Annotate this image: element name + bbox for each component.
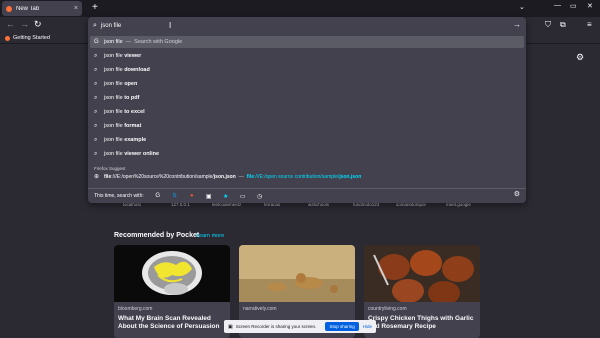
google-icon: G bbox=[94, 39, 99, 45]
go-arrow-icon[interactable]: → bbox=[513, 20, 521, 29]
separator: — bbox=[125, 39, 132, 45]
firefox-icon bbox=[6, 5, 12, 12]
card-source: bloomberg.com bbox=[118, 306, 153, 312]
suggestion-text: json file bbox=[104, 151, 123, 157]
reload-button[interactable]: ↻ bbox=[34, 19, 42, 30]
bookmarks-icon[interactable]: ▣ bbox=[205, 192, 213, 200]
one-off-label: This time, search with: bbox=[94, 193, 144, 199]
back-button[interactable]: ← bbox=[6, 19, 15, 29]
url-input[interactable]: ⌕ json file I → bbox=[88, 17, 526, 34]
brain-scan-image bbox=[114, 245, 230, 302]
card-title bbox=[239, 312, 355, 315]
personalize-gear-icon[interactable]: ⚙ bbox=[576, 52, 584, 63]
google-icon[interactable]: G bbox=[154, 192, 162, 200]
suggestion-text: json file bbox=[104, 53, 123, 59]
suggestion-bold: download bbox=[124, 67, 150, 73]
pocket-icon[interactable]: ⛉ bbox=[545, 20, 551, 30]
search-icon: ⌕ bbox=[94, 80, 98, 87]
suggestion-action: Search with Google bbox=[134, 39, 183, 45]
tab-title: New Tab bbox=[16, 5, 40, 12]
text-cursor-icon: I bbox=[169, 21, 172, 30]
suggestion-text: json file bbox=[104, 39, 123, 45]
suggestion-text: json file bbox=[104, 109, 123, 115]
card-source: narratively.com bbox=[243, 306, 277, 312]
history-icon[interactable]: ◷ bbox=[256, 192, 264, 200]
pocket-heading: Recommended by Pocket bbox=[114, 232, 200, 239]
card-title: Crispy Chicken Thighs with Garlic and Ro… bbox=[368, 315, 474, 330]
duckduckgo-icon[interactable]: ● bbox=[188, 192, 196, 200]
suggestion-row[interactable]: ⌕ json file example bbox=[90, 134, 524, 146]
screen-recorder-bar: ▣ Screen Recorder is sharing your screen… bbox=[224, 320, 376, 333]
card-source: countryliving.com bbox=[368, 306, 407, 312]
globe-icon: ⊕ bbox=[94, 174, 100, 180]
search-settings-gear-icon[interactable]: ⚙ bbox=[514, 190, 520, 198]
suggestion-text: json file bbox=[104, 81, 123, 87]
urlbar-dropdown: ⌕ json file I → G json file — Search wit… bbox=[88, 17, 526, 203]
new-tab-button[interactable]: + bbox=[92, 3, 98, 13]
minimize-button[interactable]: — bbox=[554, 2, 561, 9]
search-icon: ⌕ bbox=[94, 52, 98, 59]
search-icon: ⌕ bbox=[94, 66, 98, 73]
search-icon: ⌕ bbox=[94, 150, 98, 157]
suggestion-row[interactable]: G json file — Search with Google bbox=[90, 36, 524, 48]
search-icon: ⌕ bbox=[93, 21, 97, 29]
star-icon[interactable]: ★ bbox=[222, 192, 230, 200]
suggestion-row[interactable]: ⌕ json file viewer bbox=[90, 50, 524, 62]
separator: — bbox=[238, 173, 244, 180]
bing-icon[interactable]: b bbox=[171, 192, 179, 200]
search-icon: ⌕ bbox=[94, 136, 98, 143]
hide-button[interactable]: Hide bbox=[363, 324, 372, 329]
suggestion-row[interactable]: ⌕ json file to excel bbox=[90, 106, 524, 118]
bookmark-getting-started[interactable]: Getting Started bbox=[5, 35, 50, 41]
suggestion-bold: format bbox=[124, 123, 142, 129]
suggestion-text: json file bbox=[104, 67, 123, 73]
close-tab-icon[interactable]: × bbox=[74, 5, 78, 12]
stop-sharing-button[interactable]: Stop sharing bbox=[325, 322, 359, 331]
suggestion-bold: open bbox=[124, 81, 138, 87]
lions-image bbox=[239, 245, 355, 302]
divider bbox=[88, 188, 526, 189]
tab-new-tab[interactable]: New Tab × bbox=[2, 1, 82, 16]
card-title: What My Brain Scan Revealed About the Sc… bbox=[118, 315, 220, 330]
list-all-tabs-icon[interactable]: ⌄ bbox=[519, 3, 525, 11]
suggestion-row[interactable]: ⌕ json file viewer online bbox=[90, 148, 524, 160]
suggestion-bold: viewer online bbox=[124, 151, 160, 157]
suggestion-bold: viewer bbox=[124, 53, 142, 59]
shortcuts-row: localhost 127.0.0.1 leetcodemeetz ferrac… bbox=[0, 202, 600, 210]
bookmark-label: Getting Started bbox=[13, 35, 50, 41]
suggest-url: file:///E:/open%20source%20contribution/… bbox=[104, 173, 236, 180]
pocket-card[interactable]: bloomberg.com What My Brain Scan Reveale… bbox=[114, 245, 230, 338]
suggestion-row[interactable]: ⌕ json file download bbox=[90, 64, 524, 76]
url-input-value[interactable]: json file bbox=[101, 23, 121, 29]
firefox-icon bbox=[5, 35, 10, 41]
suggestion-row[interactable]: ⌕ json file open bbox=[90, 78, 524, 90]
tab-strip: New Tab × + ⌄ — ▭ ✕ bbox=[0, 0, 600, 17]
suggestion-bold: to pdf bbox=[124, 95, 140, 101]
forward-button[interactable]: → bbox=[20, 19, 29, 29]
suggestion-row[interactable]: ⌕ json file format bbox=[90, 120, 524, 132]
screen-share-icon: ▣ bbox=[228, 323, 233, 330]
search-icon: ⌕ bbox=[94, 94, 98, 101]
maximize-button[interactable]: ▭ bbox=[570, 2, 577, 10]
menu-icon[interactable]: ≡ bbox=[587, 20, 592, 29]
tabs-icon[interactable]: ▭ bbox=[239, 192, 247, 200]
suggestion-bold: example bbox=[124, 137, 147, 143]
close-window-button[interactable]: ✕ bbox=[587, 2, 593, 10]
recorder-message: Screen Recorder is sharing your screen. bbox=[235, 324, 317, 329]
suggestion-text: json file bbox=[104, 123, 123, 129]
firefox-suggest-row[interactable]: ⊕ file:///E:/open%20source%20contributio… bbox=[90, 171, 524, 182]
search-icon: ⌕ bbox=[94, 122, 98, 129]
suggestion-row[interactable]: ⌕ json file to pdf bbox=[90, 92, 524, 104]
search-icon: ⌕ bbox=[94, 108, 98, 115]
pocket-card[interactable]: countryliving.com Crispy Chicken Thighs … bbox=[364, 245, 480, 338]
suggestion-bold: to excel bbox=[124, 109, 145, 115]
suggest-link: file:///E:/open source contribution/samp… bbox=[246, 173, 362, 180]
suggestion-text: json file bbox=[104, 137, 123, 143]
suggestion-text: json file bbox=[104, 95, 123, 101]
one-off-search-bar: This time, search with: G b ● ▣ ★ ▭ ◷ bbox=[94, 192, 273, 200]
chicken-image bbox=[364, 245, 480, 305]
learn-more-link[interactable]: Learn more bbox=[196, 233, 224, 239]
extensions-icon[interactable]: ⧉ bbox=[560, 20, 566, 30]
